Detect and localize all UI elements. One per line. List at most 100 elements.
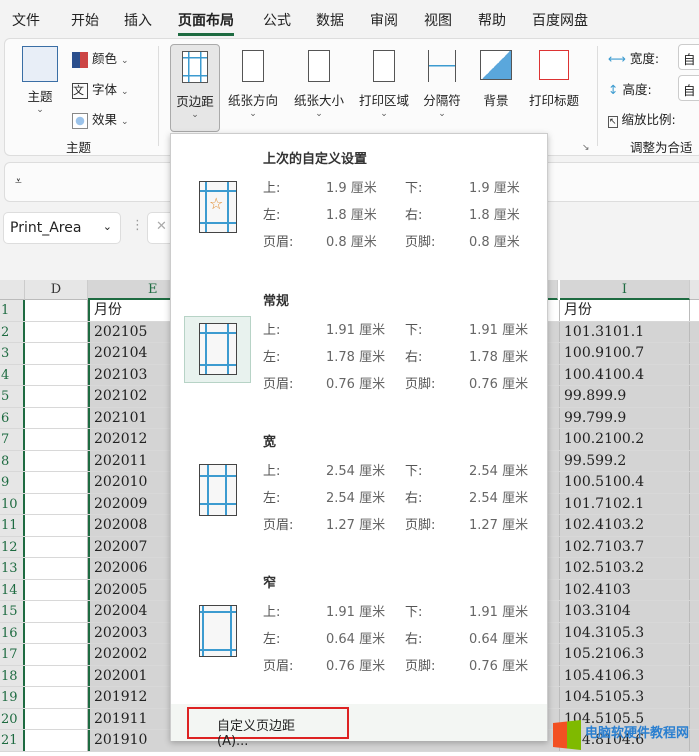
cell-i[interactable]: 104.3105.3 <box>560 622 690 643</box>
cell-d[interactable] <box>25 407 88 428</box>
cell-d[interactable] <box>25 687 88 708</box>
cell-d[interactable] <box>25 665 88 686</box>
row-header[interactable]: 6 <box>0 407 25 428</box>
cell-next[interactable] <box>690 364 699 385</box>
row-header[interactable]: 12 <box>0 536 25 557</box>
scale-control[interactable]: ↖ 缩放比例: <box>608 109 676 128</box>
cell-i[interactable]: 100.4100.4 <box>560 364 690 385</box>
cell-d[interactable] <box>25 364 88 385</box>
row-header[interactable]: 4 <box>0 364 25 385</box>
fonts-button[interactable]: 文 字体 ⌄ <box>72 79 129 99</box>
column-header-i[interactable]: I <box>560 280 690 300</box>
cell-d[interactable] <box>25 493 88 514</box>
cell-i[interactable]: 102.4103 <box>560 579 690 600</box>
cell-next[interactable] <box>690 687 699 708</box>
name-box[interactable]: Print_Area ⌄ <box>3 212 121 244</box>
cell-i[interactable]: 100.2100.2 <box>560 429 690 450</box>
cell-next[interactable] <box>690 644 699 665</box>
cell-next[interactable] <box>690 450 699 471</box>
cell-d[interactable] <box>25 536 88 557</box>
customize-qat-icon[interactable]: ⩡ <box>15 174 22 189</box>
cell-next[interactable] <box>690 429 699 450</box>
cell-d[interactable] <box>25 644 88 665</box>
themes-button[interactable]: 主题 ⌄ <box>20 46 60 115</box>
cell-i[interactable]: 99.899.9 <box>560 386 690 407</box>
cell-d[interactable] <box>25 601 88 622</box>
row-header[interactable]: 8 <box>0 450 25 471</box>
cell-d[interactable] <box>25 300 88 321</box>
row-header[interactable]: 3 <box>0 343 25 364</box>
cell-d[interactable] <box>25 730 88 751</box>
row-header[interactable]: 5 <box>0 386 25 407</box>
width-control[interactable]: ⟷ 宽度: <box>608 48 659 67</box>
cell-i[interactable]: 105.4106.3 <box>560 665 690 686</box>
cell-next[interactable] <box>690 321 699 342</box>
background-button[interactable]: 背景 <box>474 50 518 109</box>
row-header[interactable]: 9 <box>0 472 25 493</box>
cell-i[interactable]: 102.4103.2 <box>560 515 690 536</box>
row-header[interactable]: 13 <box>0 558 25 579</box>
cell-i[interactable]: 102.7103.7 <box>560 536 690 557</box>
cell-next[interactable] <box>690 515 699 536</box>
cell-i[interactable]: 99.799.9 <box>560 407 690 428</box>
cell-next[interactable] <box>690 536 699 557</box>
cell-next[interactable] <box>690 665 699 686</box>
row-header[interactable]: 11 <box>0 515 25 536</box>
cell-d[interactable] <box>25 386 88 407</box>
row-header[interactable]: 21 <box>0 730 25 751</box>
cell-i[interactable]: 月份 <box>560 300 690 321</box>
print-area-button[interactable]: 打印区域 ⌄ <box>353 50 415 119</box>
cell-d[interactable] <box>25 579 88 600</box>
row-header[interactable]: 7 <box>0 429 25 450</box>
cell-i[interactable]: 104.5105.3 <box>560 687 690 708</box>
column-header-next[interactable] <box>690 280 699 300</box>
orientation-button[interactable]: 纸张方向 ⌄ <box>223 50 283 119</box>
cell-i[interactable]: 100.5100.4 <box>560 472 690 493</box>
cell-next[interactable] <box>690 601 699 622</box>
tab-insert[interactable]: 插入 <box>124 10 152 30</box>
row-header[interactable]: 19 <box>0 687 25 708</box>
cell-next[interactable] <box>690 622 699 643</box>
tab-formulas[interactable]: 公式 <box>263 10 291 30</box>
cell-next[interactable] <box>690 386 699 407</box>
tab-baidu[interactable]: 百度网盘 <box>532 10 588 30</box>
cell-next[interactable] <box>690 407 699 428</box>
cell-d[interactable] <box>25 708 88 729</box>
cell-d[interactable] <box>25 429 88 450</box>
dialog-launcher-icon[interactable]: ↘ <box>582 143 590 153</box>
height-control[interactable]: ↕ 高度: <box>608 79 652 98</box>
tab-data[interactable]: 数据 <box>316 10 344 30</box>
tab-review[interactable]: 审阅 <box>370 10 398 30</box>
breaks-button[interactable]: 分隔符 ⌄ <box>418 50 466 119</box>
cell-next[interactable] <box>690 708 699 729</box>
cell-next[interactable] <box>690 493 699 514</box>
size-button[interactable]: 纸张大小 ⌄ <box>288 50 350 119</box>
cell-i[interactable]: 101.7102.1 <box>560 493 690 514</box>
cell-d[interactable] <box>25 321 88 342</box>
tab-help[interactable]: 帮助 <box>478 10 506 30</box>
row-header[interactable]: 16 <box>0 622 25 643</box>
height-select[interactable]: 自 <box>678 75 699 101</box>
tab-file[interactable]: 文件 <box>12 10 40 30</box>
cell-next[interactable] <box>690 472 699 493</box>
row-header[interactable]: 2 <box>0 321 25 342</box>
cell-i[interactable]: 103.3104 <box>560 601 690 622</box>
cell-i[interactable]: 101.3101.1 <box>560 321 690 342</box>
row-header[interactable]: 20 <box>0 708 25 729</box>
cell-next[interactable] <box>690 300 699 321</box>
cell-d[interactable] <box>25 515 88 536</box>
column-header-d[interactable]: D <box>25 280 88 300</box>
cell-d[interactable] <box>25 472 88 493</box>
row-header[interactable]: 1 <box>0 300 25 321</box>
margins-button[interactable]: 页边距 ⌄ <box>170 44 220 132</box>
cell-next[interactable] <box>690 730 699 751</box>
print-titles-button[interactable]: 打印标题 <box>522 50 586 109</box>
row-header[interactable]: 18 <box>0 665 25 686</box>
cell-next[interactable] <box>690 579 699 600</box>
row-header[interactable]: 14 <box>0 579 25 600</box>
cell-next[interactable] <box>690 343 699 364</box>
cell-i[interactable]: 105.2106.3 <box>560 644 690 665</box>
cell-i[interactable]: 102.5103.2 <box>560 558 690 579</box>
row-header[interactable]: 10 <box>0 493 25 514</box>
cell-d[interactable] <box>25 622 88 643</box>
